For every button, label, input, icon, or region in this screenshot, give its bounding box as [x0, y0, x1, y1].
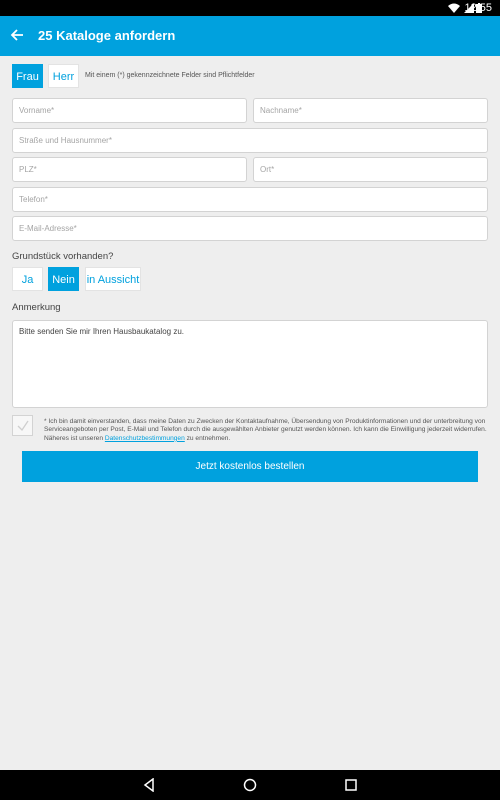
nav-home-icon[interactable]: [243, 778, 257, 792]
wifi-icon: [448, 3, 460, 13]
vorname-field[interactable]: Vorname*: [12, 98, 247, 123]
nav-recents-icon[interactable]: [344, 778, 358, 792]
app-bar: 25 Kataloge anfordern: [0, 16, 500, 56]
submit-button[interactable]: Jetzt kostenlos bestellen: [22, 451, 478, 482]
grundstueck-question: Grundstück vorhanden?: [12, 251, 114, 262]
consent-suffix: zu entnehmen.: [186, 434, 231, 442]
salutation-frau-button[interactable]: Frau: [12, 64, 43, 88]
nav-back-icon[interactable]: [142, 778, 156, 792]
status-bar: 12:55: [0, 0, 500, 16]
anmerkung-textarea[interactable]: Bitte senden Sie mir Ihren Hausbaukatalo…: [12, 320, 488, 408]
page-title: 25 Kataloge anfordern: [38, 28, 176, 43]
strasse-field[interactable]: Straße und Hausnummer*: [12, 128, 488, 153]
privacy-link[interactable]: Datenschutzbestimmungen: [105, 435, 185, 442]
status-time: 12:55: [464, 2, 492, 14]
email-field[interactable]: E-Mail-Adresse*: [12, 216, 488, 241]
consent-text: * Ich bin damit einverstanden, dass mein…: [44, 418, 488, 443]
plz-field[interactable]: PLZ*: [12, 157, 247, 182]
ort-field[interactable]: Ort*: [253, 157, 488, 182]
required-hint: Mit einem (*) gekennzeichnete Felder sin…: [85, 72, 255, 79]
salutation-herr-button[interactable]: Herr: [48, 64, 79, 88]
consent-checkbox[interactable]: [12, 415, 33, 436]
grundstueck-nein-button[interactable]: Nein: [48, 267, 79, 291]
anmerkung-label: Anmerkung: [12, 302, 61, 313]
back-arrow-icon[interactable]: [10, 28, 24, 42]
grundstueck-in-aussicht-button[interactable]: in Aussicht: [85, 267, 141, 291]
nachname-field[interactable]: Nachname*: [253, 98, 488, 123]
grundstueck-ja-button[interactable]: Ja: [12, 267, 43, 291]
checkmark-icon: [17, 420, 29, 432]
navigation-bar: [0, 770, 500, 800]
telefon-field[interactable]: Telefon*: [12, 187, 488, 212]
